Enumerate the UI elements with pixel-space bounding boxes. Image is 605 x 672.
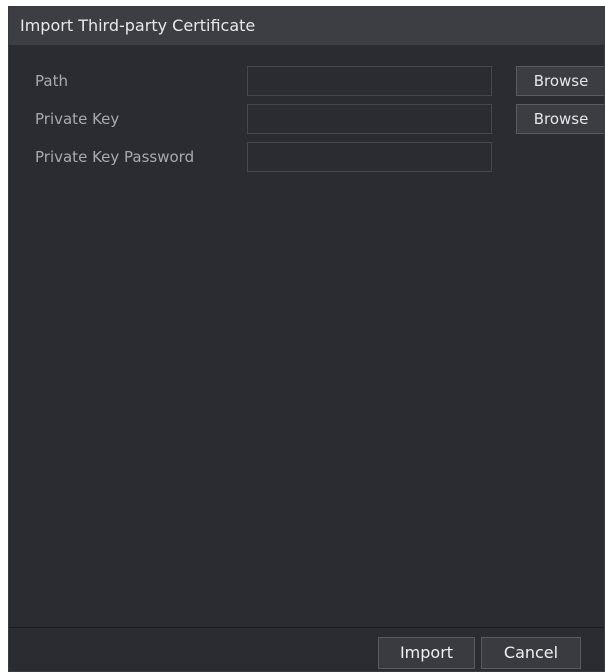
path-row: Path Browse — [9, 66, 604, 96]
dialog-title-bar: Import Third-party Certificate — [9, 7, 604, 45]
path-browse-button[interactable]: Browse — [516, 66, 604, 96]
import-certificate-dialog: Import Third-party Certificate Path Brow… — [8, 6, 605, 672]
import-button[interactable]: Import — [378, 637, 475, 669]
private-key-password-row: Private Key Password — [9, 142, 604, 172]
private-key-browse-button[interactable]: Browse — [516, 104, 604, 134]
private-key-label: Private Key — [35, 110, 120, 128]
path-input[interactable] — [247, 66, 492, 96]
private-key-password-input[interactable] — [247, 142, 492, 172]
footer-divider — [9, 627, 604, 628]
cancel-button[interactable]: Cancel — [481, 637, 581, 669]
private-key-row: Private Key Browse — [9, 104, 604, 134]
path-label: Path — [35, 72, 68, 90]
private-key-password-label: Private Key Password — [35, 148, 195, 166]
dialog-title: Import Third-party Certificate — [20, 16, 256, 35]
private-key-input[interactable] — [247, 104, 492, 134]
